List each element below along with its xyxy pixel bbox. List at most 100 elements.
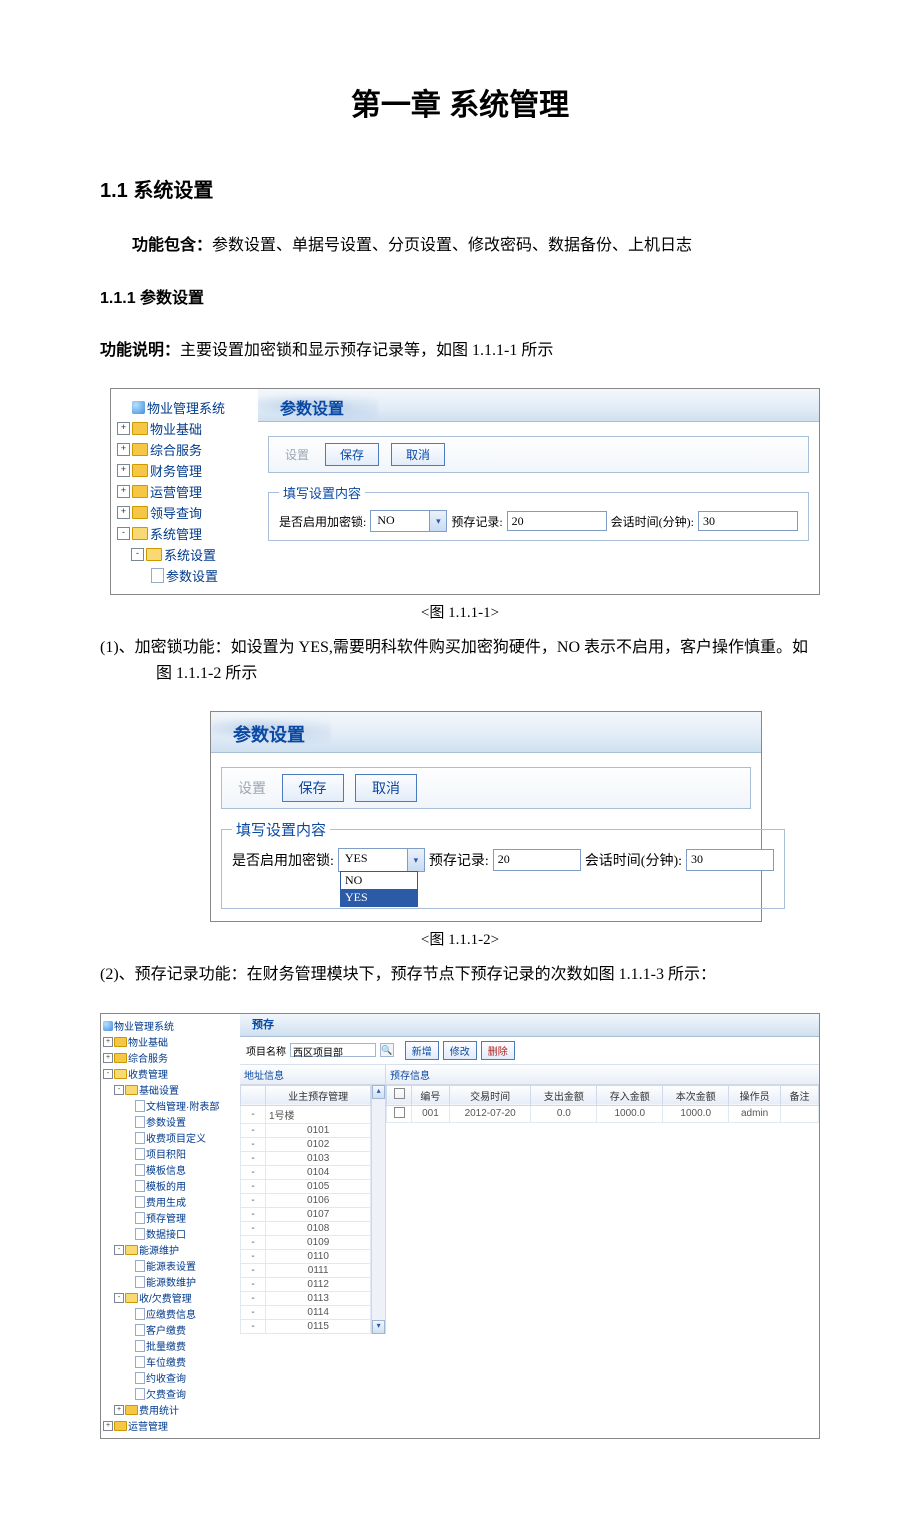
lock-select[interactable]: YES ▾ bbox=[338, 848, 425, 872]
collapse-icon[interactable]: - bbox=[114, 1293, 124, 1303]
expand-icon[interactable]: + bbox=[103, 1053, 113, 1063]
table-row[interactable]: -0109 bbox=[241, 1235, 371, 1249]
panel-title-text: 参数设置 bbox=[280, 395, 344, 419]
dropdown-option[interactable]: YES bbox=[341, 889, 417, 906]
expand-icon[interactable]: + bbox=[103, 1037, 113, 1047]
table-row[interactable]: -0112 bbox=[241, 1277, 371, 1291]
tree-item[interactable]: +综合服务 bbox=[117, 439, 254, 460]
tree-item[interactable]: 能源表设置 bbox=[103, 1258, 238, 1274]
table-row[interactable]: -0115 bbox=[241, 1319, 371, 1333]
expand-icon[interactable]: + bbox=[117, 485, 130, 498]
tree-item[interactable]: -系统管理 bbox=[117, 523, 254, 544]
tree-item[interactable]: 客户缴费 bbox=[103, 1322, 238, 1338]
tree-item[interactable]: 参数设置 bbox=[117, 565, 254, 586]
address-table: 业主预存管理 -1号楼-0101-0102-0103-0104-0105-010… bbox=[240, 1085, 371, 1334]
tree-item[interactable]: 文档管理·附表部 bbox=[103, 1098, 238, 1114]
table-row[interactable]: -0111 bbox=[241, 1263, 371, 1277]
tree-item[interactable]: +费用统计 bbox=[103, 1402, 238, 1418]
tree-item[interactable]: -基础设置 bbox=[103, 1082, 238, 1098]
dropdown-option[interactable]: NO bbox=[341, 872, 417, 889]
tree-item[interactable]: +领导查询 bbox=[117, 502, 254, 523]
tree-item[interactable]: 欠费查询 bbox=[103, 1386, 238, 1402]
fieldset-legend: 填写设置内容 bbox=[232, 819, 330, 840]
checkbox[interactable] bbox=[394, 1107, 405, 1118]
collapse-icon[interactable]: - bbox=[114, 1245, 124, 1255]
presave-input[interactable]: 20 bbox=[493, 849, 581, 871]
session-input[interactable]: 30 bbox=[698, 511, 798, 531]
session-input[interactable]: 30 bbox=[686, 849, 774, 871]
tree-root[interactable]: 物业管理系统 bbox=[117, 397, 254, 418]
tree-item[interactable]: +财务管理 bbox=[117, 460, 254, 481]
collapse-icon[interactable]: - bbox=[131, 548, 144, 561]
tree-item[interactable]: -系统设置 bbox=[117, 544, 254, 565]
tree-item[interactable]: -收/欠费管理 bbox=[103, 1290, 238, 1306]
table-row[interactable]: -0108 bbox=[241, 1221, 371, 1235]
save-button[interactable]: 保存 bbox=[282, 774, 344, 802]
table-row[interactable]: -0114 bbox=[241, 1305, 371, 1319]
new-button[interactable]: 新增 bbox=[405, 1041, 439, 1060]
tree-item[interactable]: 模板信息 bbox=[103, 1162, 238, 1178]
table-row[interactable]: -0102 bbox=[241, 1137, 371, 1151]
table-row[interactable]: -0110 bbox=[241, 1249, 371, 1263]
tree-item[interactable]: 应缴费信息 bbox=[103, 1306, 238, 1322]
expand-icon[interactable]: + bbox=[117, 443, 130, 456]
tree-item[interactable]: -收费管理 bbox=[103, 1066, 238, 1082]
collapse-icon[interactable]: - bbox=[103, 1069, 113, 1079]
cancel-button[interactable]: 取消 bbox=[391, 443, 445, 466]
tree-item[interactable]: 车位缴费 bbox=[103, 1354, 238, 1370]
lock-dropdown[interactable]: NO YES bbox=[340, 871, 418, 907]
scrollbar[interactable]: ▴ ▾ bbox=[371, 1085, 385, 1334]
search-icon[interactable]: 🔍 bbox=[380, 1043, 394, 1057]
cancel-button[interactable]: 取消 bbox=[355, 774, 417, 802]
collapse-icon[interactable]: - bbox=[117, 527, 130, 540]
table-row[interactable]: -0105 bbox=[241, 1179, 371, 1193]
tree-item[interactable]: 模板的用 bbox=[103, 1178, 238, 1194]
collapse-icon[interactable]: - bbox=[114, 1085, 124, 1095]
tree-item[interactable]: +运营管理 bbox=[103, 1418, 238, 1434]
table-row[interactable]: 001 2012-07-20 0.0 1000.0 1000.0 admin bbox=[387, 1105, 819, 1122]
save-button[interactable]: 保存 bbox=[325, 443, 379, 466]
scroll-down-icon[interactable]: ▾ bbox=[372, 1320, 385, 1334]
table-row[interactable]: -0113 bbox=[241, 1291, 371, 1305]
tree-item[interactable]: 约收查询 bbox=[103, 1370, 238, 1386]
tree-item[interactable]: 能源数维护 bbox=[103, 1274, 238, 1290]
tree-item[interactable]: 收费项目定义 bbox=[103, 1130, 238, 1146]
tree-item[interactable]: 数据接口 bbox=[103, 1226, 238, 1242]
chevron-down-icon[interactable]: ▾ bbox=[429, 511, 446, 531]
delete-button[interactable]: 删除 bbox=[481, 1041, 515, 1060]
presave-input[interactable]: 20 bbox=[507, 511, 607, 531]
tree-item[interactable]: 费用生成 bbox=[103, 1194, 238, 1210]
project-input[interactable]: 西区项目部 bbox=[290, 1043, 376, 1057]
tree-item[interactable]: 批量缴费 bbox=[103, 1338, 238, 1354]
table-row[interactable]: -0104 bbox=[241, 1165, 371, 1179]
expand-icon[interactable]: + bbox=[114, 1405, 124, 1415]
tree-root[interactable]: 物业管理系统 bbox=[103, 1018, 238, 1034]
expand-icon[interactable]: + bbox=[117, 464, 130, 477]
table-row[interactable]: -0106 bbox=[241, 1193, 371, 1207]
tree-item[interactable]: 预存管理 bbox=[103, 1210, 238, 1226]
tree-item[interactable]: +综合服务 bbox=[103, 1050, 238, 1066]
scroll-up-icon[interactable]: ▴ bbox=[372, 1085, 385, 1099]
chevron-down-icon[interactable]: ▾ bbox=[407, 849, 424, 871]
figure-1-1-1-2: 参数设置 设置 保存 取消 填写设置内容 是否启用加密锁: YES ▾ 预存记录… bbox=[210, 711, 762, 922]
tree-item[interactable]: +物业基础 bbox=[117, 418, 254, 439]
table-row[interactable]: -0107 bbox=[241, 1207, 371, 1221]
expand-icon[interactable]: + bbox=[103, 1421, 113, 1431]
tree-item[interactable]: +运营管理 bbox=[117, 481, 254, 502]
tree-item[interactable]: +物业基础 bbox=[103, 1034, 238, 1050]
col-header bbox=[241, 1085, 266, 1105]
folder-icon bbox=[114, 1037, 127, 1047]
param-panel: 参数设置 设置 保存 取消 填写设置内容 是否启用加密锁: NO ▾ 预存记录:… bbox=[258, 389, 819, 594]
expand-icon[interactable]: + bbox=[117, 422, 130, 435]
table-row[interactable]: -1号楼 bbox=[241, 1105, 371, 1123]
table-row[interactable]: -0101 bbox=[241, 1123, 371, 1137]
tree-item[interactable]: 项目积阳 bbox=[103, 1146, 238, 1162]
expand-icon[interactable]: + bbox=[117, 506, 130, 519]
table-row[interactable]: -0103 bbox=[241, 1151, 371, 1165]
tree-item[interactable]: -能源维护 bbox=[103, 1242, 238, 1258]
document-icon bbox=[135, 1212, 145, 1224]
edit-button[interactable]: 修改 bbox=[443, 1041, 477, 1060]
lock-select[interactable]: NO ▾ bbox=[370, 510, 447, 532]
tree-item[interactable]: 参数设置 bbox=[103, 1114, 238, 1130]
checkbox[interactable] bbox=[394, 1088, 405, 1099]
